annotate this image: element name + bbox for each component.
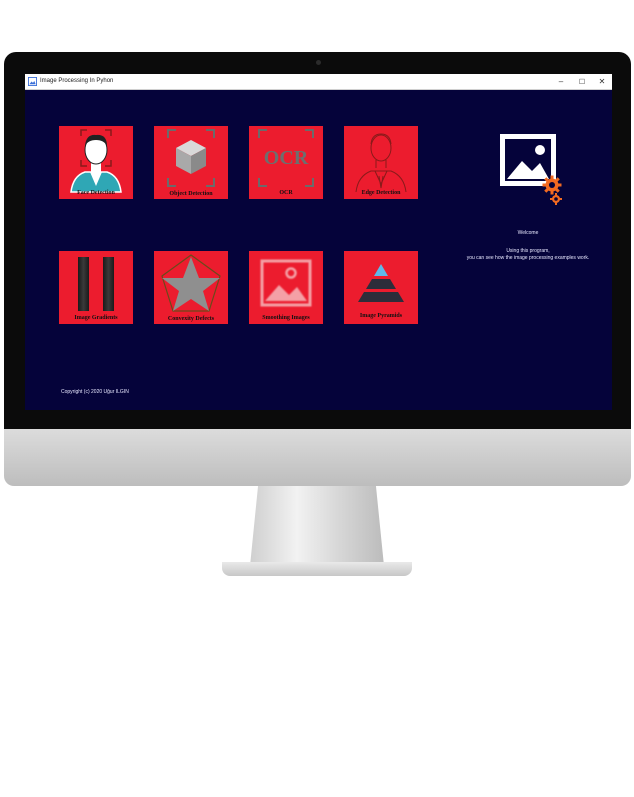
- face-detection-label: Face Detection: [77, 190, 115, 196]
- welcome-description: Using this program, you can see how the …: [435, 248, 621, 262]
- image-gradients-button[interactable]: Image Gradients: [59, 251, 133, 324]
- minimize-button[interactable]: –: [551, 74, 571, 89]
- welcome-line-1: Using this program,: [506, 248, 550, 254]
- face-detection-button[interactable]: Face Detection: [59, 126, 133, 199]
- face-detection-icon: [70, 129, 122, 193]
- convexity-defects-label: Convexity Defects: [167, 316, 215, 322]
- ocr-label: OCR: [279, 190, 293, 196]
- cube-icon: [167, 129, 215, 187]
- maximize-button[interactable]: ☐: [572, 74, 592, 89]
- object-detection-button[interactable]: Object Detection: [154, 126, 228, 199]
- app-icon: [28, 77, 37, 86]
- copyright-text: Copyright (c) 2020 Uğur ILGIN: [61, 389, 129, 395]
- image-gradients-label: Image Gradients: [74, 315, 118, 321]
- window-title: Image Processing In Pyhon: [40, 78, 114, 84]
- object-detection-label: Object Detection: [169, 191, 213, 197]
- image-pyramids-label: Image Pyramids: [359, 313, 403, 319]
- smoothing-images-label: Smoothing Images: [262, 315, 310, 321]
- smoothing-images-button[interactable]: Smoothing Images: [249, 251, 323, 324]
- convexity-defects-button[interactable]: Convexity Defects: [154, 251, 228, 324]
- camera-icon: [316, 60, 321, 65]
- image-pyramids-button[interactable]: Image Pyramids: [344, 251, 418, 324]
- ocr-button[interactable]: OCR OCR: [249, 126, 323, 199]
- star-pentagon-icon: [161, 254, 221, 312]
- gradient-bars-icon: [78, 257, 114, 311]
- edge-face-icon: [355, 133, 407, 193]
- welcome-title: Welcome: [517, 230, 539, 236]
- app-window: Image Processing In Pyhon – ☐ ✕ Face Det…: [25, 74, 612, 410]
- edge-detection-button[interactable]: Edge Detection: [344, 126, 418, 199]
- title-bar[interactable]: Image Processing In Pyhon – ☐ ✕: [25, 74, 612, 90]
- ocr-icon-text: OCR: [263, 147, 309, 169]
- welcome-line-2: you can see how the image processing exa…: [466, 255, 590, 261]
- image-settings-icon: [500, 134, 562, 205]
- edge-detection-label: Edge Detection: [361, 190, 401, 196]
- monitor-chin: [4, 429, 631, 486]
- monitor-stand: [250, 486, 384, 566]
- blurred-image-icon: [260, 259, 312, 307]
- close-button[interactable]: ✕: [592, 74, 612, 89]
- monitor-foot: [222, 562, 412, 576]
